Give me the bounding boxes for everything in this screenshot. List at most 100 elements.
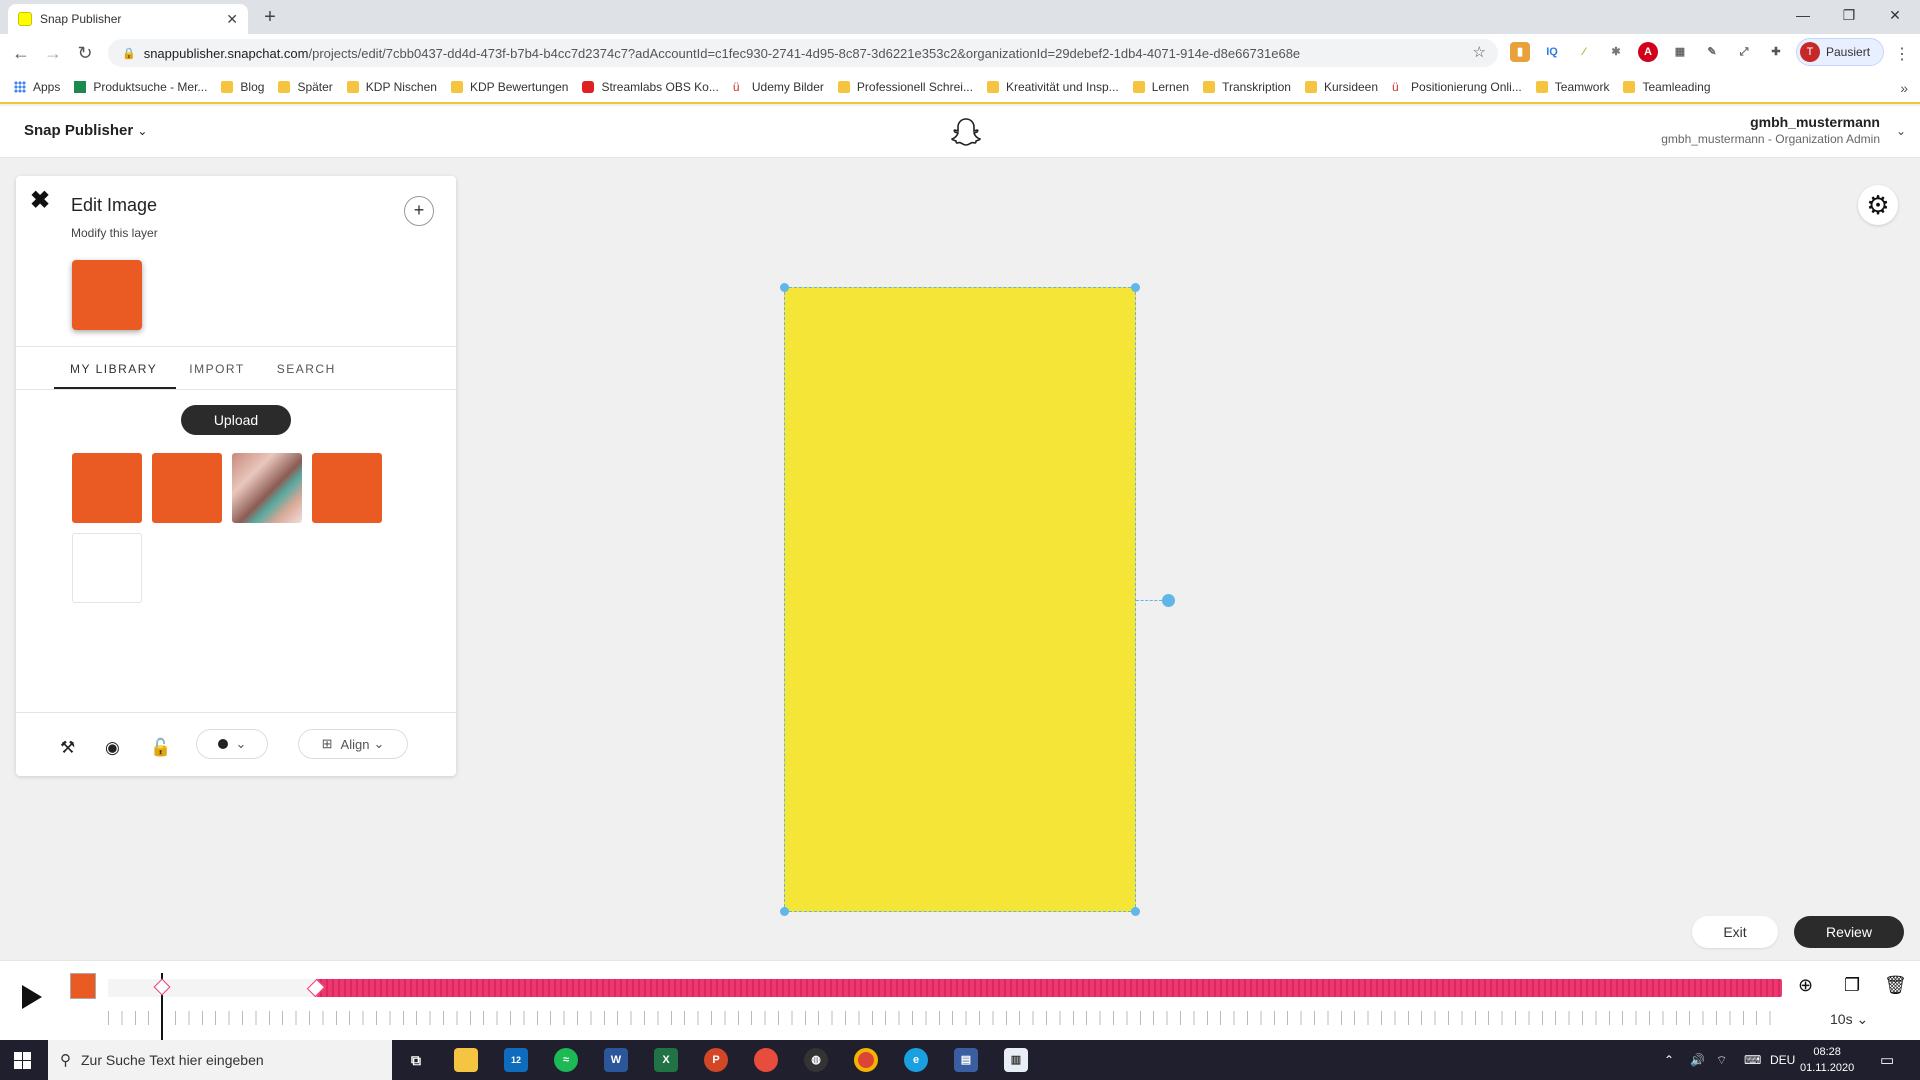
bookmark-item[interactable]: Streamlabs OBS Ko... (582, 80, 719, 94)
bookmark-item[interactable]: Teamwork (1535, 80, 1609, 94)
language-indicator[interactable]: DEU (1770, 1040, 1795, 1080)
notifications-icon[interactable]: ▭ (1880, 1040, 1894, 1080)
bookmark-apps[interactable]: Apps (14, 80, 60, 94)
bookmark-item[interactable]: Blog (221, 80, 264, 94)
tray-chevron-icon[interactable]: ⌃ (1664, 1040, 1674, 1080)
resize-handle[interactable] (1131, 907, 1140, 916)
extension-icon[interactable]: ▮ (1510, 42, 1530, 62)
reload-icon[interactable]: ↻ (72, 40, 98, 66)
word-icon[interactable]: W (604, 1048, 628, 1072)
adblock-icon[interactable]: A (1638, 42, 1658, 62)
bookmark-item[interactable]: KDP Bewertungen (450, 80, 568, 94)
more-bookmarks-icon[interactable]: » (1900, 80, 1908, 96)
timeline-layer-thumbnail[interactable] (70, 973, 96, 999)
unlock-icon[interactable]: 🔓 (150, 738, 171, 758)
forward-icon[interactable]: → (40, 40, 66, 66)
resize-handle[interactable] (780, 283, 789, 292)
app-icon[interactable] (754, 1048, 778, 1072)
bookmark-item[interactable]: KDP Nischen (346, 80, 437, 94)
review-button[interactable]: Review (1794, 916, 1904, 948)
timeline: ⊕ ❐ 🗑 10s ⌄ (0, 960, 1920, 1041)
bookmark-item[interactable]: Teamleading (1623, 80, 1711, 94)
folder-icon (986, 81, 999, 93)
mail-icon[interactable]: 12 (504, 1048, 528, 1072)
pen-extension-icon[interactable]: ⁄ (1574, 42, 1594, 62)
powerpoint-icon[interactable]: P (704, 1048, 728, 1072)
task-view-icon[interactable]: ⧉ (404, 1048, 428, 1072)
eyedropper-icon[interactable]: ✎ (1702, 42, 1722, 62)
bookmark-item[interactable]: Kursideen (1304, 80, 1378, 94)
app-brand-menu[interactable]: Snap Publisher ⌄ (24, 122, 147, 139)
upload-button[interactable]: Upload (181, 405, 291, 435)
resize-handle[interactable] (780, 907, 789, 916)
duration-dropdown[interactable]: 10s ⌄ (1830, 1011, 1868, 1028)
minimize-icon[interactable]: — (1780, 0, 1826, 30)
bookmark-item[interactable]: Lernen (1132, 80, 1189, 94)
bookmark-star-icon[interactable]: ☆ (1473, 43, 1486, 61)
profile-button[interactable]: T Pausiert (1796, 38, 1884, 66)
exit-button[interactable]: Exit (1692, 916, 1778, 948)
grid-extension-icon[interactable]: ▦ (1670, 42, 1690, 62)
iq-extension-icon[interactable]: IQ (1542, 42, 1562, 62)
clock[interactable]: 08:28 01.11.2020 (1800, 1044, 1854, 1076)
timeline-layer-bar[interactable] (316, 979, 1782, 997)
chevron-down-icon[interactable]: ⌄ (1896, 124, 1906, 138)
bookmark-item[interactable]: Transkription (1203, 80, 1291, 94)
library-image[interactable] (232, 453, 302, 523)
excel-icon[interactable]: X (654, 1048, 678, 1072)
fullscreen-icon[interactable]: ⤢ (1734, 42, 1754, 62)
file-explorer-icon[interactable] (454, 1048, 478, 1072)
edge-icon[interactable]: e (904, 1048, 928, 1072)
app-icon[interactable]: ▥ (1004, 1048, 1028, 1072)
volume-icon[interactable]: 🔊 (1690, 1040, 1705, 1080)
bookmark-item[interactable]: Kreativität und Insp... (986, 80, 1119, 94)
browser-menu-icon[interactable]: ⋮ (1894, 44, 1910, 64)
close-tab-icon[interactable]: ✕ (226, 11, 238, 28)
browser-tab[interactable]: Snap Publisher ✕ (8, 4, 248, 34)
align-dropdown[interactable]: ⊞ Align ⌄ (298, 729, 408, 759)
extension-icon-2[interactable]: ✱ (1606, 42, 1626, 62)
bookmark-item[interactable]: ü Positionierung Onli... (1392, 80, 1522, 94)
back-icon[interactable]: ← (8, 40, 34, 66)
magic-wand-icon[interactable]: ⚒ (60, 738, 75, 758)
user-account[interactable]: gmbh_mustermann gmbh_mustermann - Organi… (1661, 114, 1880, 146)
bookmark-item[interactable]: Später (278, 80, 333, 94)
color-picker-dropdown[interactable]: ⌄ (196, 729, 268, 759)
library-image[interactable] (312, 453, 382, 523)
tab-import[interactable]: IMPORT (189, 362, 244, 376)
bookmark-item[interactable]: ü Udemy Bilder (733, 80, 824, 94)
play-icon[interactable] (22, 985, 42, 1009)
library-image[interactable] (72, 453, 142, 523)
restore-icon[interactable]: ❐ (1826, 0, 1872, 30)
new-tab-button[interactable]: + (258, 4, 282, 30)
visibility-eye-icon[interactable]: ◉ (105, 738, 120, 758)
duplicate-icon[interactable]: ❐ (1844, 975, 1860, 996)
bookmark-item[interactable]: Professionell Schrei... (837, 80, 973, 94)
app-icon[interactable]: ▤ (954, 1048, 978, 1072)
close-icon[interactable]: ✖ (30, 186, 50, 215)
bookmarks-bar: Apps Produktsuche - Mer... Blog Später K… (0, 72, 1920, 104)
add-layer-icon[interactable]: ⊕ (1798, 975, 1813, 996)
tab-my-library[interactable]: MY LIBRARY (70, 362, 157, 376)
spotify-icon[interactable]: ≈ (554, 1048, 578, 1072)
tab-search[interactable]: SEARCH (277, 362, 336, 376)
wifi-icon[interactable]: ⌔ (1716, 1040, 1727, 1080)
library-image[interactable] (152, 453, 222, 523)
obs-icon[interactable]: ◍ (804, 1048, 828, 1072)
resize-handle[interactable] (1131, 283, 1140, 292)
rotation-handle[interactable] (1162, 594, 1175, 607)
add-layer-button[interactable]: + (404, 196, 434, 226)
windows-start-icon[interactable] (14, 1052, 31, 1069)
keyboard-icon[interactable]: ⌨ (1744, 1040, 1761, 1080)
folder-icon (1304, 81, 1317, 93)
address-bar[interactable]: 🔒 snappublisher.snapchat.com/projects/ed… (108, 39, 1498, 67)
chrome-icon[interactable] (854, 1048, 878, 1072)
bookmark-item[interactable]: Produktsuche - Mer... (74, 80, 207, 94)
extensions-puzzle-icon[interactable]: ✚ (1766, 42, 1786, 62)
library-image[interactable] (72, 533, 142, 603)
settings-gear-icon[interactable]: ⚙ (1858, 185, 1898, 225)
trash-icon[interactable]: 🗑 (1884, 975, 1907, 996)
snap-canvas-layer[interactable] (784, 287, 1136, 912)
window-close-icon[interactable]: ✕ (1872, 0, 1918, 30)
taskbar-search-input[interactable]: ⚲ Zur Suche Text hier eingeben (48, 1040, 392, 1080)
